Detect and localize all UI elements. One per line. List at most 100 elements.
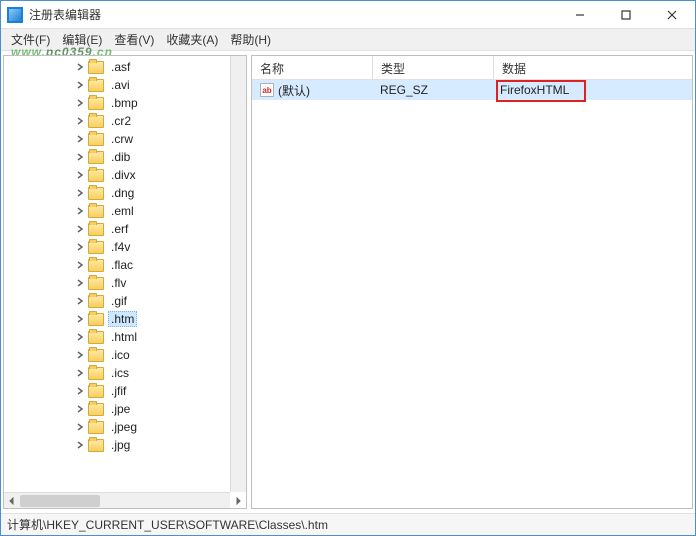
minimize-button[interactable] bbox=[557, 1, 603, 29]
tree-item[interactable]: .erf bbox=[4, 220, 246, 238]
expand-icon[interactable] bbox=[74, 421, 86, 433]
tree-item-label: .f4v bbox=[108, 239, 133, 255]
tree-item[interactable]: .dng bbox=[4, 184, 246, 202]
tree-item[interactable]: .ics bbox=[4, 364, 246, 382]
cell-name: ab(默认) bbox=[252, 80, 372, 101]
col-header-name[interactable]: 名称 bbox=[252, 56, 372, 79]
folder-icon bbox=[88, 115, 104, 128]
tree-item[interactable]: .htm bbox=[4, 310, 246, 328]
tree-item[interactable]: .asf bbox=[4, 58, 246, 76]
scroll-right-icon[interactable] bbox=[230, 493, 246, 509]
expand-icon[interactable] bbox=[74, 115, 86, 127]
folder-icon bbox=[88, 97, 104, 110]
list-rows: ab(默认)REG_SZFirefoxHTML bbox=[252, 80, 692, 100]
tree-item[interactable]: .avi bbox=[4, 76, 246, 94]
menu-edit[interactable]: 编辑(E) bbox=[56, 29, 108, 50]
folder-icon bbox=[88, 439, 104, 452]
menu-help[interactable]: 帮助(H) bbox=[224, 29, 277, 50]
tree-item-label: .jpe bbox=[108, 401, 133, 417]
tree-item[interactable]: .flv bbox=[4, 274, 246, 292]
tree-item-label: .jpg bbox=[108, 437, 133, 453]
folder-icon bbox=[88, 205, 104, 218]
scroll-thumb[interactable] bbox=[20, 495, 100, 507]
expand-icon[interactable] bbox=[74, 277, 86, 289]
tree-item-label: .erf bbox=[108, 221, 131, 237]
string-value-icon: ab bbox=[260, 83, 274, 97]
tree-item[interactable]: .bmp bbox=[4, 94, 246, 112]
folder-icon bbox=[88, 259, 104, 272]
expand-icon[interactable] bbox=[74, 313, 86, 325]
expand-icon[interactable] bbox=[74, 97, 86, 109]
folder-icon bbox=[88, 151, 104, 164]
folder-icon bbox=[88, 187, 104, 200]
tree-item-label: .bmp bbox=[108, 95, 141, 111]
tree-item[interactable]: .jpe bbox=[4, 400, 246, 418]
menu-favorites[interactable]: 收藏夹(A) bbox=[160, 29, 224, 50]
tree-item[interactable]: .f4v bbox=[4, 238, 246, 256]
scroll-left-icon[interactable] bbox=[4, 493, 20, 509]
tree-item-label: .dng bbox=[108, 185, 137, 201]
tree-item[interactable]: .flac bbox=[4, 256, 246, 274]
list-row[interactable]: ab(默认)REG_SZFirefoxHTML bbox=[252, 80, 692, 100]
cell-type: REG_SZ bbox=[372, 81, 492, 99]
tree-item[interactable]: .eml bbox=[4, 202, 246, 220]
expand-icon[interactable] bbox=[74, 169, 86, 181]
tree-item[interactable]: .html bbox=[4, 328, 246, 346]
tree-item[interactable]: .crw bbox=[4, 130, 246, 148]
window-controls bbox=[557, 1, 695, 29]
tree-item-label: .jfif bbox=[108, 383, 129, 399]
menu-file[interactable]: 文件(F) bbox=[5, 29, 56, 50]
list-pane[interactable]: 名称 类型 数据 ab(默认)REG_SZFirefoxHTML bbox=[251, 55, 693, 509]
tree-item[interactable]: .ico bbox=[4, 346, 246, 364]
folder-icon bbox=[88, 61, 104, 74]
expand-icon[interactable] bbox=[74, 133, 86, 145]
tree-item[interactable]: .gif bbox=[4, 292, 246, 310]
expand-icon[interactable] bbox=[74, 331, 86, 343]
menu-view[interactable]: 查看(V) bbox=[108, 29, 160, 50]
statusbar: 计算机\HKEY_CURRENT_USER\SOFTWARE\Classes\.… bbox=[1, 513, 695, 535]
tree-item-label: .flac bbox=[108, 257, 136, 273]
folder-icon bbox=[88, 241, 104, 254]
expand-icon[interactable] bbox=[74, 241, 86, 253]
list-header: 名称 类型 数据 bbox=[252, 56, 692, 80]
tree-item[interactable]: .dib bbox=[4, 148, 246, 166]
expand-icon[interactable] bbox=[74, 205, 86, 217]
expand-icon[interactable] bbox=[74, 61, 86, 73]
expand-icon[interactable] bbox=[74, 187, 86, 199]
tree-item[interactable]: .jpeg bbox=[4, 418, 246, 436]
tree-scrollbar-horizontal[interactable] bbox=[4, 492, 230, 508]
folder-icon bbox=[88, 277, 104, 290]
expand-icon[interactable] bbox=[74, 223, 86, 235]
tree-item-label: .gif bbox=[108, 293, 130, 309]
cell-data: FirefoxHTML bbox=[492, 81, 692, 99]
tree-item[interactable]: .jpg bbox=[4, 436, 246, 454]
tree-pane[interactable]: .asf.avi .bmp.cr2.crw.dib.divx.dng.eml.er… bbox=[3, 55, 247, 509]
folder-icon bbox=[88, 313, 104, 326]
expand-icon[interactable] bbox=[74, 367, 86, 379]
expand-icon[interactable] bbox=[74, 439, 86, 451]
expand-icon[interactable] bbox=[74, 79, 86, 91]
expand-icon[interactable] bbox=[74, 151, 86, 163]
tree-item-label: .dib bbox=[108, 149, 133, 165]
folder-icon bbox=[88, 295, 104, 308]
expand-icon[interactable] bbox=[74, 403, 86, 415]
col-header-data[interactable]: 数据 bbox=[494, 56, 692, 79]
expand-icon[interactable] bbox=[74, 259, 86, 271]
tree-item[interactable]: .jfif bbox=[4, 382, 246, 400]
col-header-type[interactable]: 类型 bbox=[373, 56, 493, 79]
folder-icon bbox=[88, 385, 104, 398]
folder-icon bbox=[88, 349, 104, 362]
menubar: 文件(F) 编辑(E) 查看(V) 收藏夹(A) 帮助(H) bbox=[1, 29, 695, 51]
expand-icon[interactable] bbox=[74, 295, 86, 307]
expand-icon[interactable] bbox=[74, 385, 86, 397]
maximize-button[interactable] bbox=[603, 1, 649, 29]
close-button[interactable] bbox=[649, 1, 695, 29]
folder-icon bbox=[88, 133, 104, 146]
expand-icon[interactable] bbox=[74, 349, 86, 361]
tree-scrollbar-vertical[interactable] bbox=[230, 56, 246, 492]
tree-item[interactable]: .divx bbox=[4, 166, 246, 184]
tree-item-label: .ics bbox=[108, 365, 132, 381]
folder-icon bbox=[88, 421, 104, 434]
tree-item-label: .avi bbox=[108, 77, 133, 93]
tree-item[interactable]: .cr2 bbox=[4, 112, 246, 130]
